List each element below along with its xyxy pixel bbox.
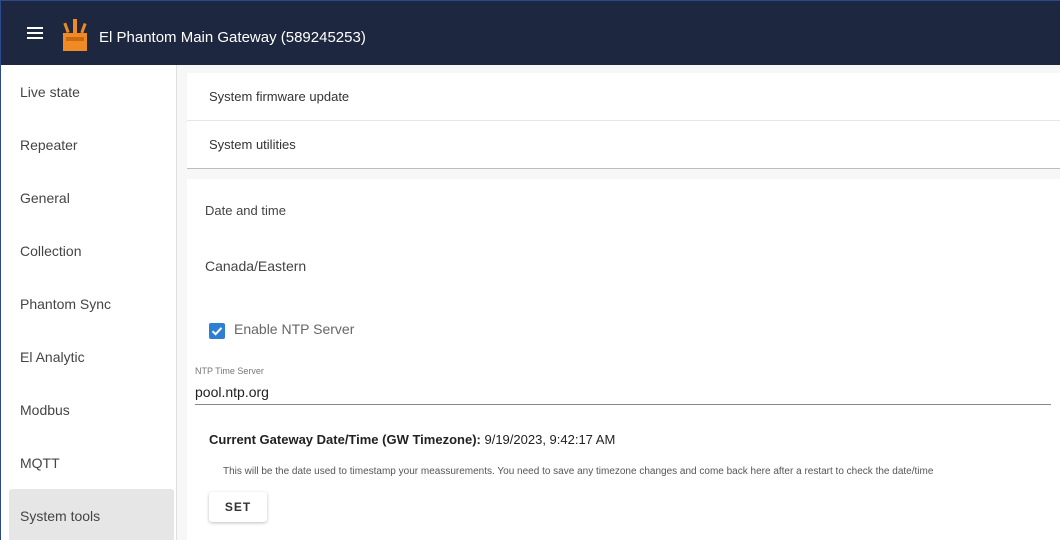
ntp-server-input[interactable]: [195, 379, 1051, 405]
sidebar-item-el-analytic[interactable]: El Analytic: [9, 330, 174, 383]
app-title: El Phantom Main Gateway (589245253): [99, 29, 366, 46]
current-datetime: Current Gateway Date/Time (GW Timezone):…: [209, 432, 615, 447]
section-firmware-update[interactable]: System firmware update: [187, 73, 1060, 121]
sidebar-item-modbus[interactable]: Modbus: [9, 383, 174, 436]
current-datetime-label: Current Gateway Date/Time (GW Timezone):: [209, 432, 481, 447]
gateway-logo-icon: [63, 19, 87, 51]
set-button[interactable]: SET: [209, 492, 267, 522]
current-datetime-value: 9/19/2023, 9:42:17 AM: [484, 432, 616, 447]
main-content: System firmware update System utilities …: [177, 65, 1060, 540]
sidebar-item-live-state[interactable]: Live state: [9, 65, 174, 118]
sidebar-item-general[interactable]: General: [9, 171, 174, 224]
sidebar-item-mqtt[interactable]: MQTT: [9, 436, 174, 489]
timestamp-note: This will be the date used to timestamp …: [223, 466, 934, 477]
sidebar-nav: Live state Repeater General Collection P…: [9, 65, 174, 540]
hamburger-menu-icon[interactable]: [27, 27, 43, 39]
enable-ntp-label: Enable NTP Server: [234, 321, 355, 337]
timezone-select[interactable]: Canada/Eastern: [205, 258, 306, 274]
ntp-server-caption: NTP Time Server: [195, 366, 264, 376]
sidebar-item-phantom-sync[interactable]: Phantom Sync: [9, 277, 174, 330]
app-window: El Phantom Main Gateway (589245253) Live…: [0, 0, 1060, 540]
enable-ntp-checkbox[interactable]: [209, 323, 225, 339]
sidebar-item-repeater[interactable]: Repeater: [9, 118, 174, 171]
section-list: System firmware update System utilities: [187, 73, 1060, 169]
top-app-bar: El Phantom Main Gateway (589245253): [1, 1, 1060, 65]
date-time-heading: Date and time: [205, 203, 286, 218]
date-time-card: Date and time Canada/Eastern: [187, 179, 1060, 540]
checkmark-icon: [211, 327, 223, 336]
section-system-utilities[interactable]: System utilities: [187, 121, 1060, 169]
sidebar-item-system-tools[interactable]: System tools: [9, 489, 174, 540]
sidebar-item-collection[interactable]: Collection: [9, 224, 174, 277]
